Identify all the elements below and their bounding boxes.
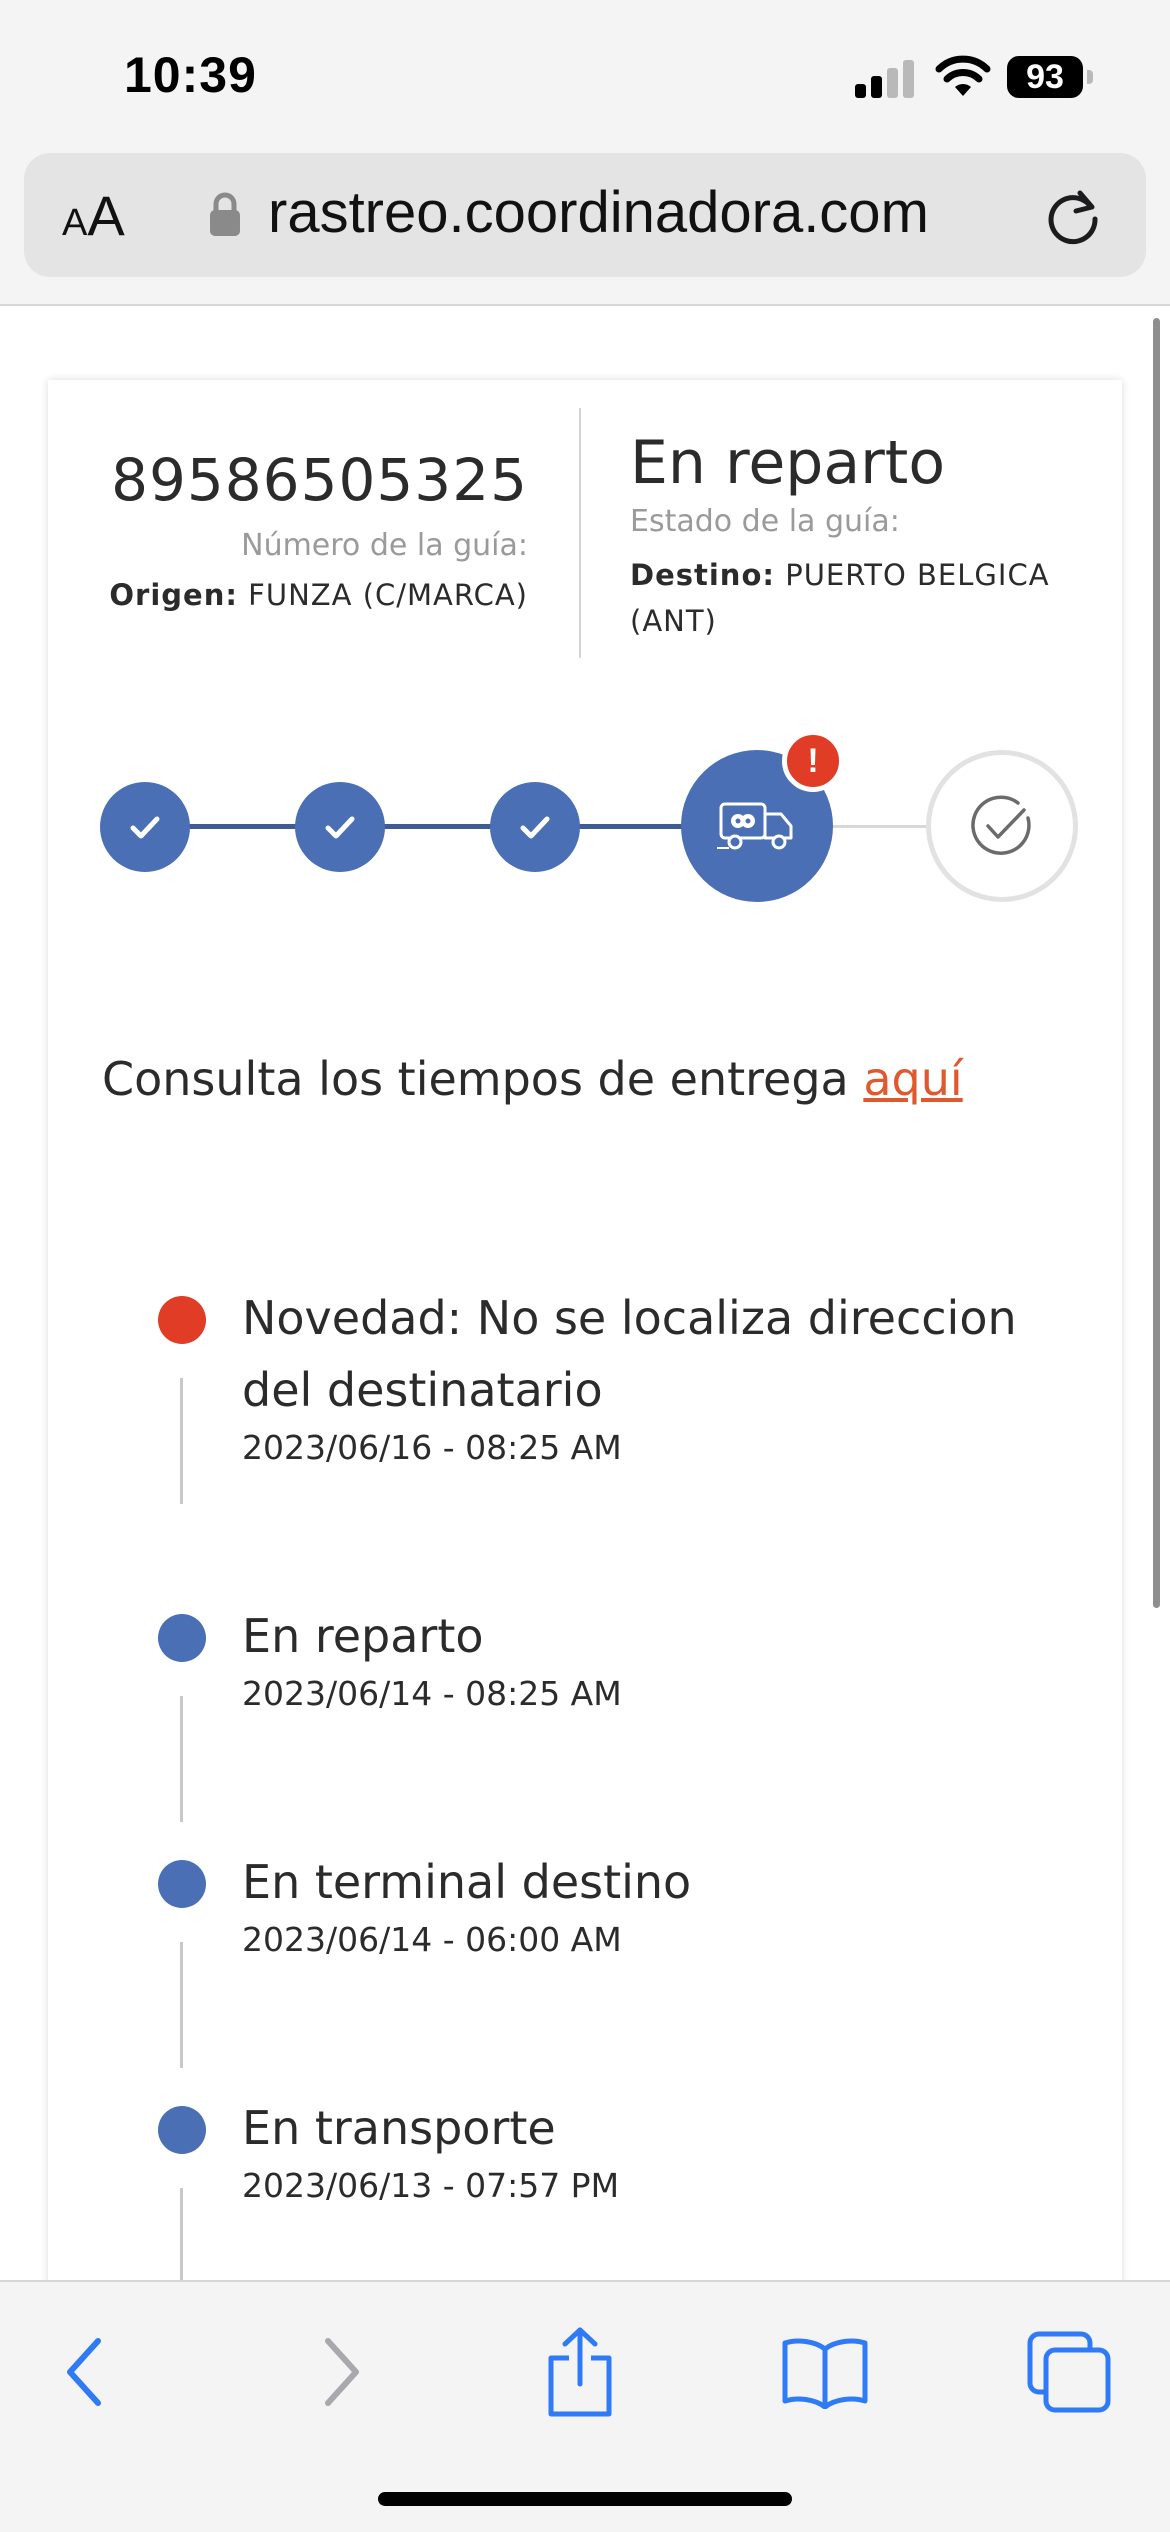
- step-completed-1: [100, 782, 190, 872]
- timeline-line: [180, 1378, 183, 1504]
- browser-toolbar: [0, 2280, 1170, 2532]
- timeline-dot: [158, 1860, 206, 1908]
- battery-icon: 93: [1007, 56, 1093, 98]
- tracking-card: 89586505325 Número de la guía: Origen: F…: [48, 380, 1122, 2380]
- check-icon: [325, 816, 355, 839]
- step-completed-2: [295, 782, 385, 872]
- text-size-button[interactable]: AA: [62, 183, 125, 247]
- delivery-times-link[interactable]: aquí: [863, 1052, 962, 1106]
- url-text[interactable]: rastreo.coordinadora.com: [268, 179, 929, 246]
- timeline-date: 2023/06/13 - 07:57 PM: [242, 2166, 620, 2205]
- delivered-check-icon: [971, 795, 1031, 855]
- page-scrollbar[interactable]: [1153, 318, 1160, 1608]
- guide-status: En reparto: [630, 428, 946, 498]
- back-icon: [67, 2338, 101, 2406]
- battery-level: 93: [1007, 56, 1083, 98]
- delivery-truck-icon: [717, 802, 793, 850]
- status-time: 10:39: [124, 47, 257, 103]
- origin: Origen: FUNZA (C/MARCA): [109, 578, 528, 612]
- browser-url-area: AA rastreo.coordinadora.com: [0, 150, 1170, 306]
- alert-badge: !: [782, 730, 844, 792]
- origin-value: FUNZA (C/MARCA): [248, 578, 528, 612]
- wifi-icon: [935, 55, 991, 96]
- address-bar[interactable]: AA rastreo.coordinadora.com: [24, 153, 1146, 277]
- destination-label: Destino:: [630, 558, 775, 592]
- timeline-line: [180, 1696, 183, 1822]
- forward-button[interactable]: [286, 2322, 396, 2422]
- bookmarks-button[interactable]: [770, 2322, 880, 2422]
- status-bar: 10:39 93: [0, 0, 1170, 150]
- check-icon: [520, 816, 550, 839]
- check-icon: [130, 816, 160, 839]
- destination: Destino: PUERTO BELGICA (ANT): [630, 552, 1100, 644]
- back-button[interactable]: [30, 2322, 140, 2422]
- guide-number: 89586505325: [111, 446, 528, 514]
- bookmarks-icon: [782, 2338, 868, 2409]
- share-icon: [548, 2327, 612, 2417]
- timeline-dot: [158, 2106, 206, 2154]
- timeline-title: En terminal destino: [242, 1855, 692, 1909]
- tabs-icon: [1027, 2331, 1111, 2413]
- delivery-times-text: Consulta los tiempos de entrega aquí: [102, 1052, 963, 1106]
- guide-status-label: Estado de la guía:: [630, 504, 900, 539]
- share-button[interactable]: [525, 2322, 635, 2422]
- timeline-line: [180, 1942, 183, 2068]
- timeline-date: 2023/06/16 - 08:25 AM: [242, 1428, 622, 1467]
- forward-icon: [325, 2338, 359, 2406]
- origin-label: Origen:: [109, 578, 238, 612]
- timeline-date: 2023/06/14 - 06:00 AM: [242, 1920, 622, 1959]
- header-divider: [579, 408, 581, 658]
- cellular-signal-icon: [855, 58, 915, 98]
- lock-icon: [210, 192, 240, 236]
- timeline-dot: [158, 1614, 206, 1662]
- tabs-button[interactable]: [1014, 2322, 1124, 2422]
- timeline-title: Novedad: No se localiza direccion del de…: [242, 1291, 1017, 1417]
- timeline-title: En transporte: [242, 2101, 556, 2155]
- step-completed-3: [490, 782, 580, 872]
- progress-tracker: !: [48, 730, 1122, 930]
- guide-number-label: Número de la guía:: [241, 528, 528, 563]
- reload-icon[interactable]: [1042, 185, 1104, 247]
- home-indicator: [378, 2492, 792, 2506]
- timeline-date: 2023/06/14 - 08:25 AM: [242, 1674, 622, 1713]
- timeline-title: En reparto: [242, 1609, 484, 1663]
- step-pending: [926, 750, 1078, 902]
- timeline-dot-alert: [158, 1296, 206, 1344]
